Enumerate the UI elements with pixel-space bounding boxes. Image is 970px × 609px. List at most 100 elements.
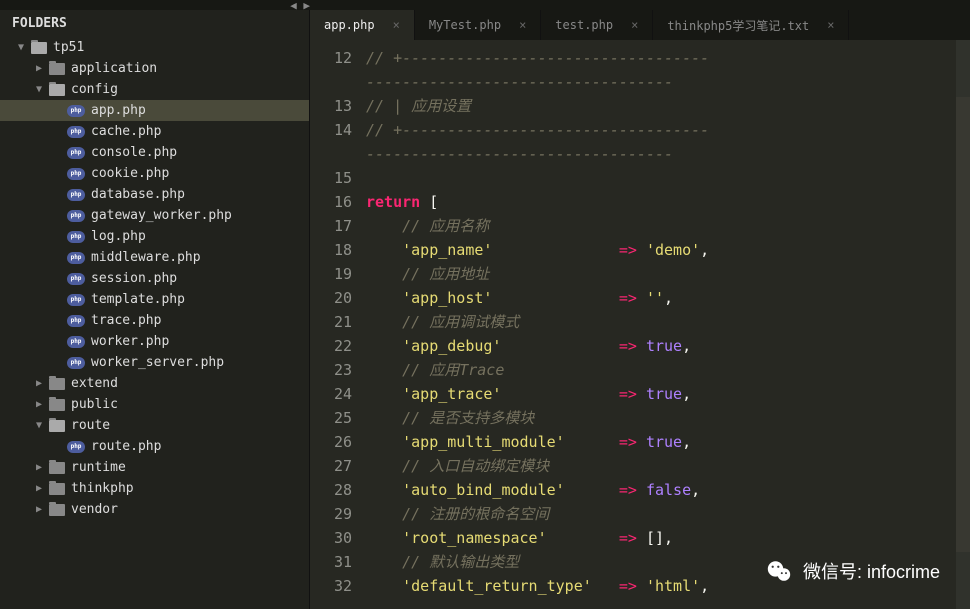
- code-line[interactable]: [366, 166, 970, 190]
- tree-item-label: log.php: [91, 229, 146, 244]
- tree-item-label: template.php: [91, 292, 185, 307]
- tree-arrow-icon[interactable]: ▼: [36, 420, 46, 431]
- code-line[interactable]: // 应用名称: [366, 214, 970, 238]
- editor-tab[interactable]: test.php×: [541, 10, 653, 40]
- close-icon[interactable]: ×: [827, 18, 834, 32]
- folder-item[interactable]: ▼tp51: [0, 37, 309, 58]
- code-line[interactable]: 'app_debug' => true,: [366, 334, 970, 358]
- folder-item[interactable]: ▼route: [0, 415, 309, 436]
- code-line[interactable]: // 默认输出类型: [366, 550, 970, 574]
- line-number: 27: [310, 454, 352, 478]
- code-line[interactable]: // 入口自动绑定模块: [366, 454, 970, 478]
- minimap[interactable]: [956, 40, 970, 609]
- code-line[interactable]: 'root_namespace' => [],: [366, 526, 970, 550]
- close-icon[interactable]: ×: [631, 18, 638, 32]
- tree-item-label: application: [71, 61, 157, 76]
- file-item[interactable]: phpworker_server.php: [0, 352, 309, 373]
- line-number: 20: [310, 286, 352, 310]
- code-line[interactable]: // 应用调试模式: [366, 310, 970, 334]
- code-line[interactable]: // 应用Trace: [366, 358, 970, 382]
- code-area[interactable]: 1213141516171819202122232425262728293031…: [310, 40, 970, 609]
- line-number: [310, 142, 352, 166]
- tree-item-label: config: [71, 82, 118, 97]
- tree-arrow-icon[interactable]: ▶: [36, 462, 46, 473]
- folder-item[interactable]: ▶public: [0, 394, 309, 415]
- code-line[interactable]: 'app_trace' => true,: [366, 382, 970, 406]
- code-line[interactable]: ----------------------------------: [366, 142, 970, 166]
- tree-arrow-icon[interactable]: ▼: [36, 84, 46, 95]
- file-item[interactable]: phpapp.php: [0, 100, 309, 121]
- tab-bar: app.php×MyTest.php×test.php×thinkphp5学习笔…: [310, 10, 970, 40]
- line-number: 26: [310, 430, 352, 454]
- tree-arrow-icon[interactable]: ▶: [36, 63, 46, 74]
- code-line[interactable]: // 注册的根命名空间: [366, 502, 970, 526]
- file-item[interactable]: phptrace.php: [0, 310, 309, 331]
- code-line[interactable]: // +----------------------------------: [366, 46, 970, 70]
- php-file-icon: php: [67, 441, 85, 453]
- file-item[interactable]: phproute.php: [0, 436, 309, 457]
- code-line[interactable]: 'app_host' => '',: [366, 286, 970, 310]
- file-item[interactable]: phplog.php: [0, 226, 309, 247]
- editor-tab[interactable]: MyTest.php×: [415, 10, 541, 40]
- file-item[interactable]: phpworker.php: [0, 331, 309, 352]
- tree-item-label: extend: [71, 376, 118, 391]
- tree-arrow-icon[interactable]: ▶: [36, 504, 46, 515]
- file-item[interactable]: phpmiddleware.php: [0, 247, 309, 268]
- code-line[interactable]: // 是否支持多模块: [366, 406, 970, 430]
- php-file-icon: php: [67, 252, 85, 264]
- line-number: 13: [310, 94, 352, 118]
- folder-item[interactable]: ▶thinkphp: [0, 478, 309, 499]
- tree-item-label: cookie.php: [91, 166, 169, 181]
- code-line[interactable]: return [: [366, 190, 970, 214]
- folder-item[interactable]: ▶ application: [0, 58, 309, 79]
- code-line[interactable]: ----------------------------------: [366, 70, 970, 94]
- tab-label: app.php: [324, 18, 375, 32]
- editor-area: app.php×MyTest.php×test.php×thinkphp5学习笔…: [310, 10, 970, 609]
- file-item[interactable]: phpsession.php: [0, 268, 309, 289]
- editor-tab[interactable]: thinkphp5学习笔记.txt×: [653, 10, 849, 40]
- folder-item[interactable]: ▶runtime: [0, 457, 309, 478]
- folder-item[interactable]: ▼ config: [0, 79, 309, 100]
- file-item[interactable]: php cookie.php: [0, 163, 309, 184]
- tree-item-label: gateway_worker.php: [91, 208, 232, 223]
- sidebar-title: FOLDERS: [0, 10, 309, 37]
- folder-icon: [31, 42, 47, 54]
- folder-item[interactable]: ▶vendor: [0, 499, 309, 520]
- file-item[interactable]: phpdatabase.php: [0, 184, 309, 205]
- tree-item-label: worker.php: [91, 334, 169, 349]
- folder-icon: [49, 378, 65, 390]
- line-number: 17: [310, 214, 352, 238]
- line-number: 14: [310, 118, 352, 142]
- tree-item-label: console.php: [91, 145, 177, 160]
- code-line[interactable]: 'app_name' => 'demo',: [366, 238, 970, 262]
- folder-item[interactable]: ▶ extend: [0, 373, 309, 394]
- folder-tree: ▼tp51▶application▼configphpapp.phpphpcac…: [0, 37, 309, 520]
- code-line[interactable]: 'auto_bind_module' => false,: [366, 478, 970, 502]
- tree-arrow-icon[interactable]: ▶: [36, 483, 46, 494]
- code-line[interactable]: 'app_multi_module' => true,: [366, 430, 970, 454]
- tree-item-label: cache.php: [91, 124, 161, 139]
- code-content[interactable]: // +------------------------------------…: [366, 40, 970, 609]
- tree-arrow-icon[interactable]: ▶: [36, 399, 46, 410]
- file-item[interactable]: phptemplate.php: [0, 289, 309, 310]
- file-item[interactable]: phpcache.php: [0, 121, 309, 142]
- tree-arrow-icon[interactable]: ▶: [36, 378, 46, 389]
- file-item[interactable]: phpconsole.php: [0, 142, 309, 163]
- close-icon[interactable]: ×: [519, 18, 526, 32]
- folder-icon: [49, 84, 65, 96]
- line-number: 16: [310, 190, 352, 214]
- code-line[interactable]: // 应用地址: [366, 262, 970, 286]
- tree-arrow-icon[interactable]: ▼: [18, 42, 28, 53]
- editor-tab[interactable]: app.php ×: [310, 10, 415, 40]
- php-file-icon: php: [67, 168, 85, 180]
- code-line[interactable]: // +----------------------------------: [366, 118, 970, 142]
- code-line[interactable]: // | 应用设置: [366, 94, 970, 118]
- close-icon[interactable]: ×: [393, 18, 400, 32]
- file-item[interactable]: phpgateway_worker.php: [0, 205, 309, 226]
- line-number: [310, 70, 352, 94]
- folder-icon: [49, 462, 65, 474]
- code-line[interactable]: 'default_return_type' => 'html',: [366, 574, 970, 598]
- line-number: 29: [310, 502, 352, 526]
- php-file-icon: php: [67, 357, 85, 369]
- line-number: 12: [310, 46, 352, 70]
